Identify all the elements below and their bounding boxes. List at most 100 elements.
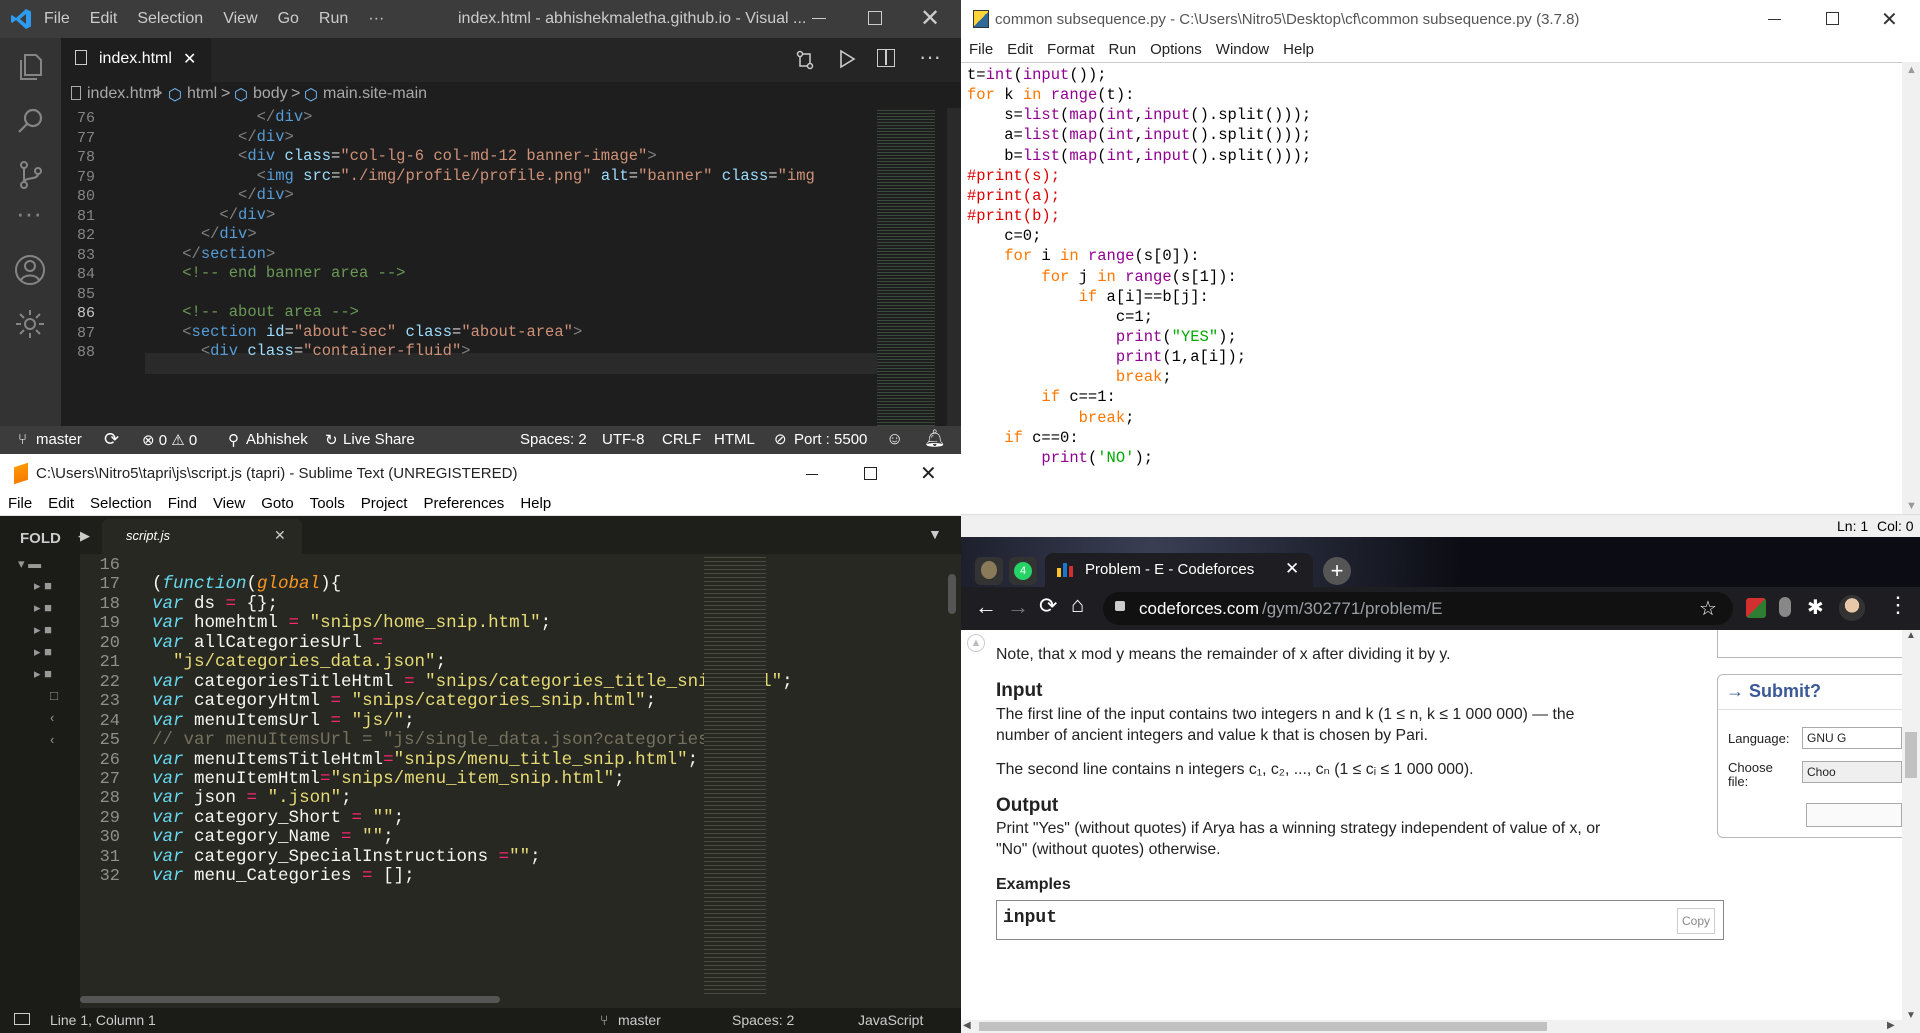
vertical-scrollbar[interactable] (947, 108, 961, 426)
status-spaces[interactable]: Spaces: 2 (520, 431, 587, 448)
reload-icon[interactable]: ⟳ (1039, 593, 1057, 619)
extension-mouse-icon[interactable] (1779, 597, 1791, 617)
sync-icon[interactable]: ⟳ (104, 429, 119, 450)
close-button[interactable]: ✕ (920, 461, 937, 486)
source-control-icon[interactable] (16, 160, 46, 195)
chrome-menu-icon[interactable]: ⋮ (1887, 592, 1909, 618)
submit-title[interactable]: → Submit? (1726, 681, 1821, 702)
menu-go[interactable]: Go (278, 10, 299, 28)
tab-dropdown-icon[interactable]: ▼ (928, 526, 942, 542)
menu-preferences[interactable]: Preferences (423, 495, 504, 515)
folder-item-icon[interactable]: ▸ ■ (18, 666, 78, 688)
horizontal-scrollbar[interactable] (80, 996, 500, 1003)
page-vertical-scrollbar[interactable]: ▲ ▼ (1902, 630, 1920, 1033)
menu-selection[interactable]: Selection (90, 495, 152, 515)
scroll-left-icon[interactable]: ◀ (963, 1020, 971, 1031)
menu-file[interactable]: File (969, 41, 993, 62)
vscode-editor[interactable]: 76 77 78 79 80 81 82 83 84 85 86 87 88 <… (61, 108, 961, 426)
menu-window[interactable]: Window (1216, 41, 1269, 62)
breadcrumb-html[interactable]: html (187, 85, 217, 103)
breadcrumb-file[interactable]: index.html (87, 85, 160, 103)
code-area[interactable]: t=int(input()); for k in range(t): s=list… (967, 65, 1887, 505)
menu-goto[interactable]: Goto (261, 495, 294, 515)
minimize-button[interactable] (1768, 19, 1781, 20)
folder-item-icon[interactable]: ▸ ■ (18, 600, 78, 622)
breadcrumb-main[interactable]: main.site-main (323, 85, 427, 103)
more-actions-icon[interactable]: ··· (919, 44, 941, 70)
minimize-button[interactable] (806, 474, 818, 475)
tab-codeforces[interactable]: Problem - E - Codeforces ✕ (1045, 553, 1313, 587)
pinned-tab-2[interactable]: 4 (1009, 557, 1037, 585)
menu-project[interactable]: Project (361, 495, 408, 515)
scroll-thumb[interactable] (1905, 732, 1917, 778)
idle-editor[interactable]: t=int(input()); for k in range(t): s=list… (961, 62, 1902, 514)
scroll-top-icon[interactable]: ▲ (967, 634, 985, 652)
tab-right-arrow-icon[interactable]: ▶ (80, 528, 90, 544)
menu-run[interactable]: Run (1109, 41, 1137, 62)
back-icon[interactable]: ← (975, 594, 997, 620)
status-syntax[interactable]: JavaScript (858, 1012, 923, 1028)
status-language[interactable]: HTML (714, 431, 755, 448)
vertical-scrollbar[interactable] (948, 574, 956, 614)
extension-badge-icon[interactable] (1746, 598, 1766, 618)
address-bar[interactable]: codeforces.com /gym/302771/problem/E ☆ (1103, 592, 1733, 625)
scroll-down-icon[interactable]: ▼ (1906, 500, 1917, 512)
minimize-button[interactable] (812, 18, 826, 19)
menu-run[interactable]: Run (319, 10, 348, 28)
feedback-icon[interactable]: ☺ (886, 429, 903, 449)
panel-icon[interactable] (14, 1013, 30, 1025)
minimap[interactable] (877, 108, 935, 426)
scroll-right-icon[interactable]: ▶ (1887, 1020, 1895, 1031)
tab-script-js[interactable]: script.js ✕ (102, 519, 302, 554)
scroll-up-icon[interactable]: ▲ (1906, 630, 1916, 641)
scroll-up-icon[interactable]: ▲ (1906, 64, 1917, 76)
menu-edit[interactable]: Edit (48, 495, 74, 515)
status-live-share[interactable]: Live Share (343, 431, 415, 448)
more-icon[interactable]: ··· (16, 198, 42, 229)
menu-selection[interactable]: Selection (137, 10, 203, 28)
status-spaces[interactable]: Spaces: 2 (732, 1012, 794, 1028)
tab-close-icon[interactable]: ✕ (274, 527, 286, 544)
pinned-tab-1[interactable] (975, 557, 1003, 585)
puzzle-icon[interactable]: ✱ (1807, 595, 1824, 620)
tab-index-html[interactable]: index.html ✕ (61, 38, 211, 82)
menu-find[interactable]: Find (168, 495, 197, 515)
status-user[interactable]: Abhishek (246, 431, 308, 448)
scroll-thumb[interactable] (979, 1022, 1547, 1031)
home-icon[interactable]: ⌂ (1071, 592, 1084, 618)
status-branch[interactable]: master (618, 1012, 661, 1028)
maximize-button[interactable] (868, 11, 882, 25)
choose-file-button[interactable]: Choo (1802, 761, 1902, 783)
new-tab-button[interactable]: + (1323, 557, 1351, 585)
copy-button[interactable]: Copy (1677, 908, 1716, 934)
file-item-icon[interactable]: ‹ (18, 710, 78, 732)
code-area[interactable]: </div> </div> <div class="col-lg-6 col-m… (145, 108, 845, 426)
forward-icon[interactable]: → (1007, 594, 1029, 620)
breadcrumb-body[interactable]: body (253, 85, 288, 103)
menu-file[interactable]: File (44, 10, 70, 28)
menu-file[interactable]: File (8, 495, 32, 515)
menu-help[interactable]: Help (520, 495, 551, 515)
bell-icon[interactable]: 🔔︎ (924, 429, 946, 449)
menu-options[interactable]: Options (1150, 41, 1202, 62)
status-encoding[interactable]: UTF-8 (602, 431, 645, 448)
split-editor-icon[interactable] (877, 49, 895, 67)
folder-tree[interactable]: ▾ ▬ ▸ ■ ▸ ■ ▸ ■ ▸ ■ ▸ ■ □ ‹ ‹ (18, 556, 78, 754)
account-icon[interactable] (14, 254, 46, 291)
status-branch[interactable]: master (36, 431, 82, 448)
folder-root-icon[interactable]: ▾ ▬ (18, 556, 78, 578)
folder-item-icon[interactable]: ▸ ■ (18, 644, 78, 666)
menu-more[interactable]: ··· (368, 10, 384, 28)
language-select[interactable]: GNU G (1802, 727, 1902, 749)
maximize-button[interactable] (1826, 12, 1839, 25)
file-item-icon[interactable]: ‹ (18, 732, 78, 754)
lock-icon[interactable] (1115, 601, 1125, 611)
search-icon[interactable] (16, 106, 46, 141)
code-area[interactable]: (function(global){var ds = {}; var homeht… (152, 556, 793, 996)
menu-view[interactable]: View (223, 10, 257, 28)
gear-icon[interactable] (14, 308, 46, 345)
close-button[interactable]: ✕ (1881, 7, 1898, 32)
page-horizontal-scrollbar[interactable]: ◀ ▶ (961, 1020, 1902, 1033)
explorer-icon[interactable] (16, 52, 46, 87)
menu-format[interactable]: Format (1047, 41, 1095, 62)
